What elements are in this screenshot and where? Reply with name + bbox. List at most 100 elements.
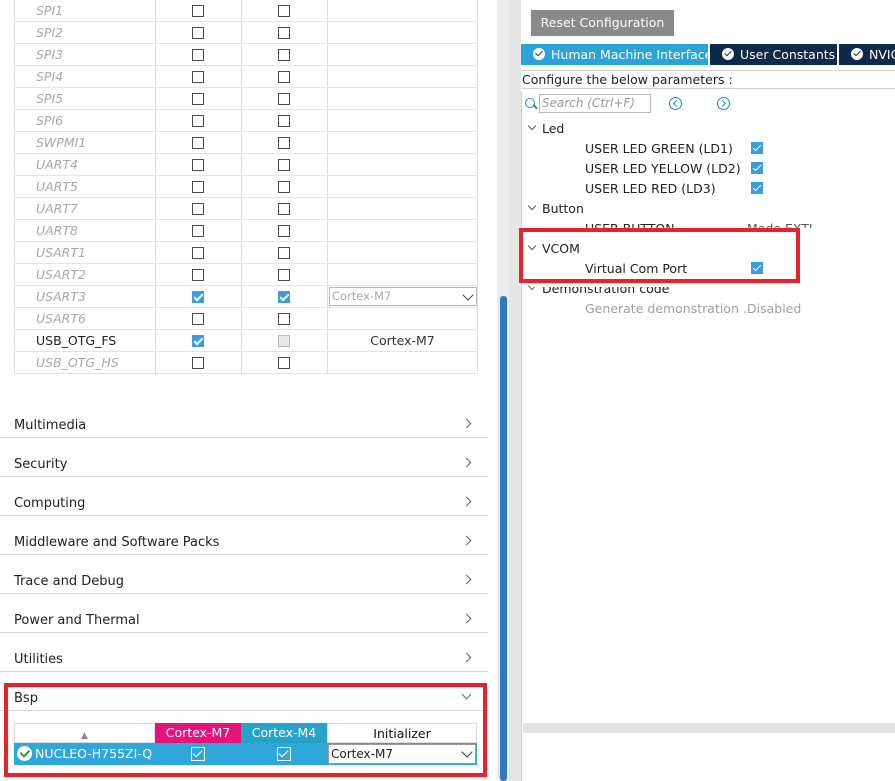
- column-header-cortex-m4[interactable]: Cortex-M4: [241, 723, 327, 743]
- initializer-cell: Cortex-M7: [327, 286, 478, 307]
- initializer-cell: [327, 110, 478, 131]
- table-row[interactable]: SWPMI1: [14, 132, 478, 154]
- sort-column-header[interactable]: ▲: [14, 723, 155, 743]
- cortex-m4-checkbox[interactable]: [278, 203, 290, 215]
- cortex-m7-checkbox[interactable]: [192, 291, 204, 303]
- bsp-cortex-m7-checkbox[interactable]: [191, 747, 205, 761]
- cortex-m7-checkbox[interactable]: [192, 203, 204, 215]
- column-header-initializer[interactable]: Initializer: [327, 723, 477, 743]
- category-bsp[interactable]: Bsp: [0, 673, 488, 711]
- previous-match-icon[interactable]: [669, 97, 682, 110]
- param-generate-demo-value[interactable]: Disabled: [747, 301, 801, 316]
- category-label: Bsp: [14, 691, 38, 706]
- scrollbar-thumb[interactable]: [500, 296, 507, 781]
- table-row[interactable]: UART8: [14, 220, 478, 242]
- table-row[interactable]: USB_OTG_HS: [14, 352, 478, 374]
- tab-human-machine-interface[interactable]: Human Machine Interface: [521, 44, 708, 65]
- chevron-down-icon[interactable]: [527, 201, 537, 211]
- led-green-checkbox[interactable]: [751, 142, 763, 154]
- table-row[interactable]: USB_OTG_FS Cortex-M7: [14, 330, 478, 352]
- cortex-m7-checkbox[interactable]: [192, 93, 204, 105]
- table-row[interactable]: USART3 Cortex-M7: [14, 286, 478, 308]
- table-row[interactable]: USART6: [14, 308, 478, 330]
- table-row[interactable]: SPI3: [14, 44, 478, 66]
- cortex-m7-checkbox[interactable]: [192, 269, 204, 281]
- category-power-and-thermal[interactable]: Power and Thermal: [0, 595, 488, 633]
- table-row[interactable]: UART4: [14, 154, 478, 176]
- cortex-m4-checkbox[interactable]: [278, 49, 290, 61]
- cortex-m4-checkbox[interactable]: [278, 181, 290, 193]
- cortex-m7-checkbox[interactable]: [192, 357, 204, 369]
- tab-user-constants[interactable]: User Constants: [710, 44, 837, 65]
- cortex-m4-checkbox[interactable]: [278, 225, 290, 237]
- search-icon[interactable]: [525, 98, 535, 108]
- table-row[interactable]: SPI5: [14, 88, 478, 110]
- cortex-m7-cell: [155, 330, 241, 351]
- cortex-m4-checkbox[interactable]: [278, 313, 290, 325]
- table-row[interactable]: UART7: [14, 198, 478, 220]
- cortex-m7-checkbox[interactable]: [192, 247, 204, 259]
- cortex-m7-checkbox[interactable]: [192, 71, 204, 83]
- cortex-m4-checkbox[interactable]: [278, 269, 290, 281]
- table-row[interactable]: USART1: [14, 242, 478, 264]
- category-middleware-and-software-packs[interactable]: Middleware and Software Packs: [0, 517, 488, 555]
- category-computing[interactable]: Computing: [0, 478, 488, 516]
- table-row[interactable]: UART5: [14, 176, 478, 198]
- category-security[interactable]: Security: [0, 439, 488, 477]
- cortex-m7-checkbox[interactable]: [192, 137, 204, 149]
- bsp-row[interactable]: NUCLEO-H755ZI-Q Cortex-M7: [14, 743, 477, 765]
- table-row[interactable]: SPI4: [14, 66, 478, 88]
- pane-divider[interactable]: [509, 0, 521, 781]
- group-led[interactable]: Led: [542, 121, 564, 136]
- table-row[interactable]: USART2: [14, 264, 478, 286]
- cortex-m4-checkbox[interactable]: [278, 71, 290, 83]
- group-button[interactable]: Button: [542, 201, 584, 216]
- led-yellow-checkbox[interactable]: [751, 162, 763, 174]
- initializer-value: Cortex-M7: [370, 333, 435, 348]
- cortex-m7-checkbox[interactable]: [192, 49, 204, 61]
- chevron-right-icon: [461, 613, 472, 624]
- param-user-button-value[interactable]: Mode EXTI: [747, 221, 813, 228]
- bsp-cortex-m4-checkbox[interactable]: [277, 747, 291, 761]
- cortex-m7-checkbox[interactable]: [192, 335, 204, 347]
- cortex-m7-checkbox[interactable]: [192, 159, 204, 171]
- cortex-m7-checkbox[interactable]: [192, 225, 204, 237]
- category-utilities[interactable]: Utilities: [0, 634, 488, 672]
- peripheral-name: SPI6: [14, 110, 155, 131]
- table-row[interactable]: SPI1: [14, 0, 478, 22]
- chevron-down-icon[interactable]: [528, 282, 536, 290]
- search-input[interactable]: Search (Ctrl+F): [539, 94, 651, 113]
- tab-nvic[interactable]: NVIC: [839, 44, 895, 65]
- cortex-m7-checkbox[interactable]: [192, 181, 204, 193]
- column-header-cortex-m7[interactable]: Cortex-M7: [155, 723, 241, 743]
- chevron-down-icon[interactable]: [527, 121, 537, 131]
- group-vcom[interactable]: VCOM: [542, 241, 580, 256]
- led-red-checkbox[interactable]: [751, 182, 763, 194]
- cortex-m4-checkbox[interactable]: [278, 357, 290, 369]
- cortex-m4-checkbox[interactable]: [278, 291, 290, 303]
- cortex-m7-checkbox[interactable]: [192, 27, 204, 39]
- virtual-com-port-checkbox[interactable]: [751, 262, 763, 274]
- group-demonstration-code[interactable]: Demonstration code: [542, 287, 669, 296]
- table-row[interactable]: SPI6: [14, 110, 478, 132]
- cortex-m4-checkbox[interactable]: [278, 115, 290, 127]
- category-trace-and-debug[interactable]: Trace and Debug: [0, 556, 488, 594]
- initializer-select[interactable]: Cortex-M7: [329, 287, 477, 306]
- bsp-initializer-select[interactable]: Cortex-M7: [328, 744, 476, 764]
- cortex-m4-checkbox[interactable]: [278, 247, 290, 259]
- cortex-m4-checkbox[interactable]: [278, 93, 290, 105]
- cortex-m7-cell: [155, 308, 241, 329]
- next-match-icon[interactable]: [717, 97, 730, 110]
- cortex-m7-checkbox[interactable]: [192, 313, 204, 325]
- cortex-m4-checkbox[interactable]: [278, 5, 290, 17]
- cortex-m7-checkbox[interactable]: [192, 115, 204, 127]
- initializer-cell: [327, 66, 478, 87]
- category-multimedia[interactable]: Multimedia: [0, 400, 488, 438]
- table-row[interactable]: SPI2: [14, 22, 478, 44]
- cortex-m4-checkbox[interactable]: [278, 137, 290, 149]
- cortex-m4-checkbox[interactable]: [278, 159, 290, 171]
- cortex-m7-checkbox[interactable]: [192, 5, 204, 17]
- cortex-m4-checkbox[interactable]: [278, 27, 290, 39]
- chevron-down-icon[interactable]: [527, 241, 537, 251]
- reset-configuration-button[interactable]: Reset Configuration: [531, 10, 674, 36]
